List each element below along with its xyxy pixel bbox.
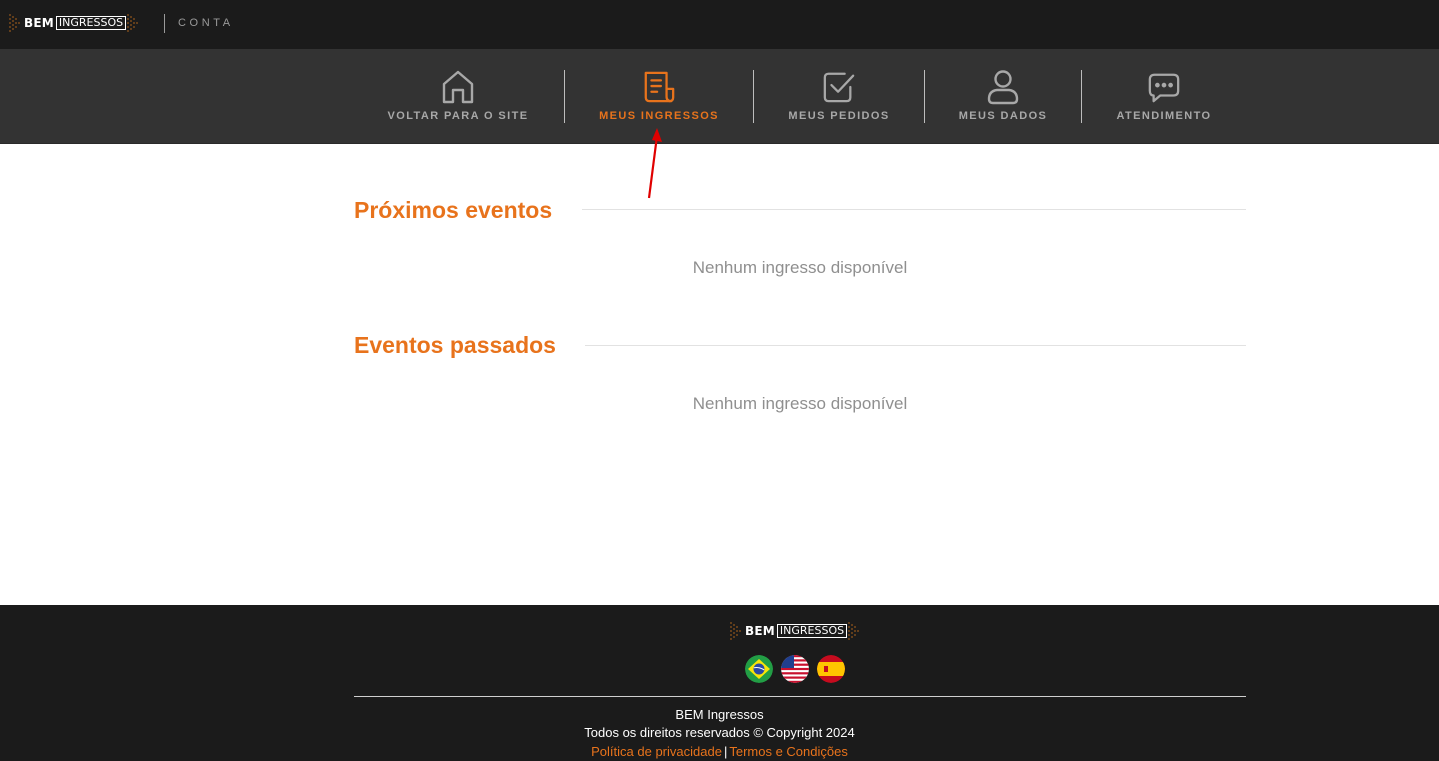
nav-label: ATENDIMENTO xyxy=(1116,110,1212,122)
terms-link[interactable]: Termos e Condições xyxy=(729,744,848,759)
logo-text-bem: BEM xyxy=(745,624,775,638)
nav-label: VOLTAR PARA O SITE xyxy=(387,110,529,122)
footer-brand-logo[interactable]: BEM INGRESSOS xyxy=(729,618,861,644)
footer-copyright: Todos os direitos reservados © Copyright… xyxy=(584,725,855,740)
section-divider xyxy=(585,345,1246,346)
past-empty-message: Nenhum ingresso disponível xyxy=(692,394,908,413)
brand-logo[interactable]: BEM INGRESSOS xyxy=(8,10,140,36)
section-divider xyxy=(582,209,1246,210)
user-icon xyxy=(986,69,1020,105)
nav-item-my-orders[interactable]: MEUS PEDIDOS xyxy=(781,49,897,144)
footer: BEM INGRESSOS BEM Ingressos Todos os dir… xyxy=(0,605,1439,761)
nav-item-my-data[interactable]: MEUS DADOS xyxy=(952,49,1054,144)
nav-divider xyxy=(753,70,754,123)
footer-links: Política de privacidade | Termos e Condiçõ… xyxy=(0,744,1439,759)
nav-item-back-to-site[interactable]: VOLTAR PARA O SITE xyxy=(380,49,536,144)
language-selector xyxy=(745,655,845,683)
nav-item-support[interactable]: ATENDIMENTO xyxy=(1109,49,1219,144)
top-bar: BEM INGRESSOS CONTA xyxy=(0,0,1439,49)
logo-chevron-left-icon xyxy=(730,622,741,640)
annotation-arrow-icon xyxy=(647,128,662,199)
home-icon xyxy=(441,69,475,105)
upcoming-events-title: Próximos eventos xyxy=(354,197,553,223)
footer-divider xyxy=(354,696,1246,697)
logo-text-ingressos: INGRESSOS xyxy=(776,624,848,638)
logo-chevron-left-icon xyxy=(9,14,20,32)
upcoming-empty-message: Nenhum ingresso disponível xyxy=(692,258,908,277)
link-separator: | xyxy=(723,744,728,759)
header-divider xyxy=(164,14,165,33)
nav-label: MEUS PEDIDOS xyxy=(788,110,890,122)
ticket-icon xyxy=(642,69,676,105)
nav-divider xyxy=(1081,70,1082,123)
nav-divider xyxy=(924,70,925,123)
checkbox-icon xyxy=(822,69,856,105)
nav-divider xyxy=(564,70,565,123)
nav-label: MEUS DADOS xyxy=(958,110,1048,122)
logo-chevron-right-icon xyxy=(127,14,139,32)
logo-text-bem: BEM xyxy=(24,16,54,30)
chat-icon xyxy=(1147,69,1181,105)
account-nav: VOLTAR PARA O SITE MEUS INGRESSOS MEUS P… xyxy=(0,49,1439,144)
logo-chevron-right-icon xyxy=(848,622,860,640)
privacy-policy-link[interactable]: Política de privacidade xyxy=(591,744,722,759)
nav-label: MEUS INGRESSOS xyxy=(599,110,719,122)
logo-text-ingressos: INGRESSOS xyxy=(55,16,127,30)
footer-company-name: BEM Ingressos xyxy=(675,707,764,722)
brazil-flag-icon[interactable] xyxy=(745,655,773,683)
spain-flag-icon[interactable] xyxy=(817,655,845,683)
section-label: CONTA xyxy=(178,17,234,29)
past-events-title: Eventos passados xyxy=(354,332,556,358)
usa-flag-icon[interactable] xyxy=(781,655,809,683)
